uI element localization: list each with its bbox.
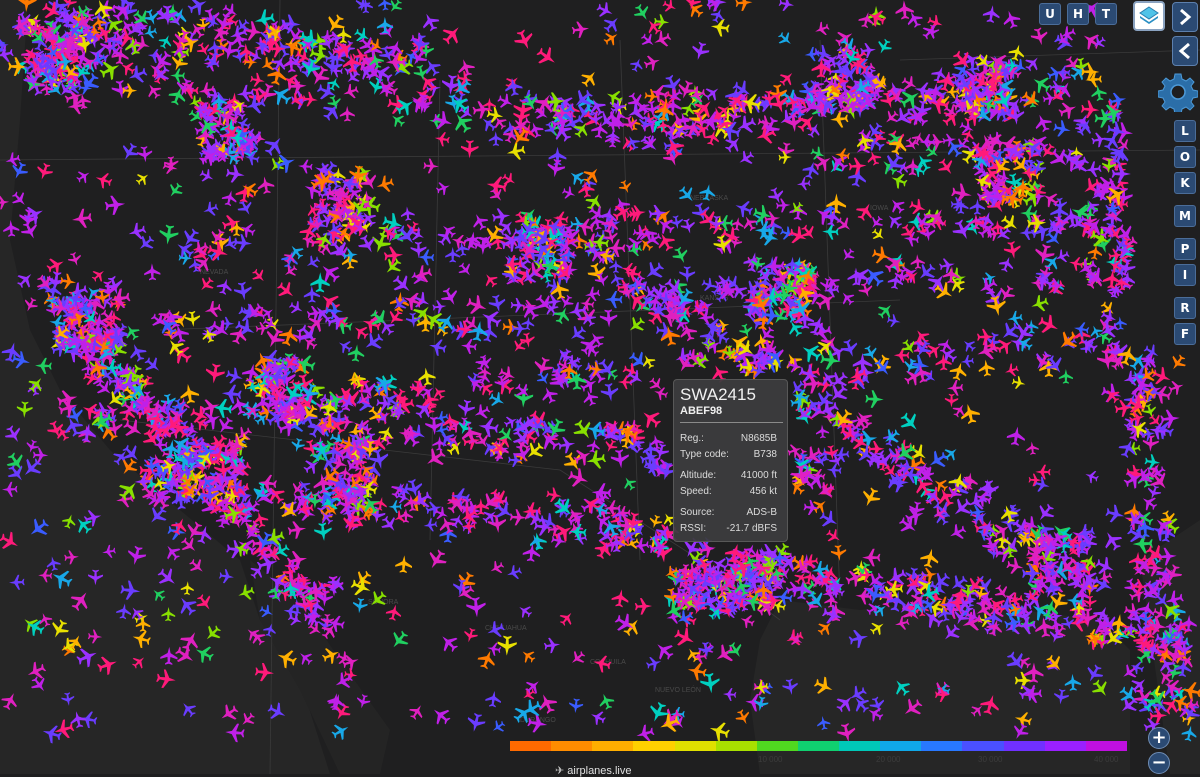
layers-icon (1139, 6, 1159, 24)
info-row-source: Source: ADS-B (680, 507, 777, 518)
legend-tick-label: 20 000 (876, 755, 901, 764)
legend-color-segment (1085, 741, 1128, 751)
legend-color-segment (921, 741, 963, 751)
aircraft-info-tooltip: SWA2415 ABEF98 Reg.: N8685B Type code: B73… (673, 379, 788, 542)
altitude-color-legend (510, 741, 1128, 751)
legend-color-segment (1003, 741, 1046, 751)
chevron-right-icon (1180, 8, 1192, 26)
attribution-credit[interactable]: ✈ airplanes.live (555, 764, 631, 777)
info-value: B738 (753, 449, 777, 460)
legend-color-segment (1044, 741, 1087, 751)
info-value: 41000 ft (740, 470, 777, 481)
legend-color-segment (797, 741, 840, 751)
zoom-in-button[interactable]: + (1148, 727, 1170, 749)
legend-color-segment (551, 741, 593, 751)
button-f[interactable]: F (1174, 323, 1196, 345)
legend-tick-label: 30 000 (978, 755, 1003, 764)
info-value: ADS-B (746, 507, 777, 518)
icao-hex: ABEF98 (680, 405, 723, 417)
divider (680, 422, 783, 423)
settings-button[interactable] (1157, 72, 1199, 115)
info-value: -21.7 dBFS (726, 523, 777, 534)
collapse-panel-button[interactable] (1172, 36, 1198, 66)
zoom-out-button[interactable]: − (1148, 752, 1170, 774)
info-row-speed: Speed: 456 kt (680, 486, 777, 497)
legend-tick-label: 10 000 (758, 755, 783, 764)
info-row-type: Type code: B738 (680, 449, 777, 460)
chevron-left-icon (1178, 42, 1190, 60)
state-label: NUEVO LEÓN (655, 685, 701, 694)
button-u[interactable]: U (1039, 3, 1061, 25)
legend-color-segment (592, 741, 634, 751)
info-row-altitude: Altitude: 41000 ft (680, 470, 777, 481)
info-row-registration: Reg.: N8685B (680, 433, 777, 444)
state-label: NEVADA (200, 269, 229, 276)
legend-color-segment (756, 741, 799, 751)
button-m[interactable]: M (1174, 205, 1196, 227)
button-k[interactable]: K (1174, 172, 1196, 194)
state-label: IOWA (870, 205, 889, 212)
legend-color-segment (715, 741, 758, 751)
state-label: NEBRASKA (690, 195, 728, 202)
button-h[interactable]: H (1067, 3, 1089, 25)
info-label: Speed: (680, 486, 712, 497)
button-l[interactable]: L (1174, 120, 1196, 142)
legend-tick-label: 40 000 (1094, 755, 1119, 764)
button-r[interactable]: R (1174, 297, 1196, 319)
info-label: Type code: (680, 449, 729, 460)
button-p[interactable]: P (1174, 238, 1196, 260)
info-label: Reg.: (680, 433, 704, 444)
expand-panel-button[interactable] (1172, 2, 1198, 32)
gear-icon (1157, 73, 1199, 115)
legend-color-segment (633, 741, 676, 751)
info-row-rssi: RSSI: -21.7 dBFS (680, 523, 777, 534)
legend-color-segment (839, 741, 881, 751)
legend-color-segment (880, 741, 922, 751)
info-label: Altitude: (680, 470, 717, 481)
legend-color-segment (674, 741, 717, 751)
plane-logo-icon: ✈ (555, 765, 568, 777)
legend-color-segment (510, 741, 552, 751)
button-t[interactable]: T (1095, 3, 1117, 25)
info-label: RSSI: (680, 523, 707, 534)
info-label: Source: (680, 507, 715, 518)
legend-color-segment (962, 741, 1005, 751)
map-canvas[interactable]: NEVADA COLORADO KANSAS IOWA NEBRASKA WIS… (0, 0, 1200, 774)
info-value: N8685B (740, 433, 777, 444)
credit-text: airplanes.live (567, 765, 632, 777)
callsign: SWA2415 (680, 385, 756, 404)
button-o[interactable]: O (1174, 146, 1196, 168)
layers-button[interactable] (1133, 1, 1165, 31)
info-value: 456 kt (749, 486, 777, 497)
button-i[interactable]: I (1174, 264, 1196, 286)
